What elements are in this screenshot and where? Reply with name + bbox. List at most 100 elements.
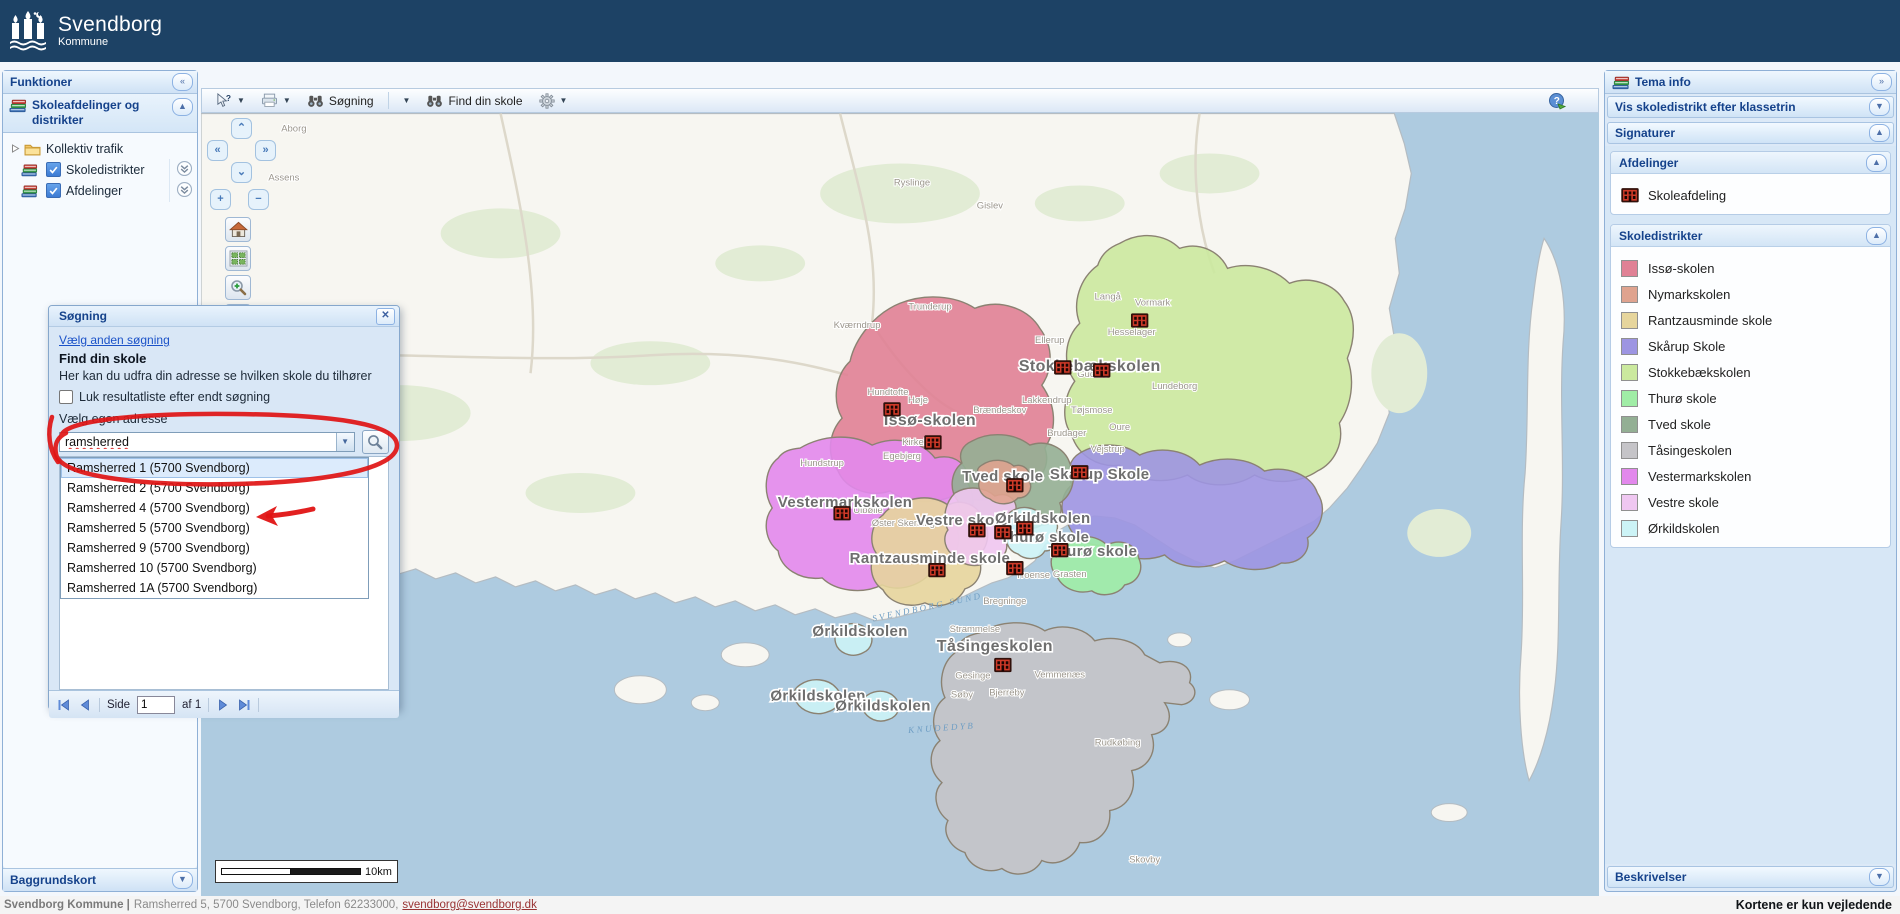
footer-email-link[interactable]: svendborg@svendborg.dk [402, 899, 536, 911]
page-number-input[interactable] [137, 696, 175, 714]
brand: Svendborg Kommune [58, 14, 162, 48]
school-building-icon[interactable] [969, 524, 985, 536]
address-option[interactable]: Ramsherred 5 (5700 Svendborg) [61, 518, 368, 538]
identify-tool-button[interactable]: ▼ [210, 91, 250, 110]
grade-filter-bar[interactable]: Vis skoledistrikt efter klassetrin ▼ [1607, 96, 1894, 118]
collapse-departments-button[interactable]: ▲ [1866, 154, 1887, 172]
expand-background-map-button[interactable]: ▼ [172, 871, 193, 889]
find-school-label: Find din skole [448, 94, 522, 108]
signatures-bar[interactable]: Signaturer ▲ [1607, 122, 1894, 144]
toolbar-separator [388, 92, 389, 109]
town-label: Brudager [1047, 428, 1086, 439]
school-building-icon[interactable] [1132, 314, 1148, 326]
collapse-signatures-button[interactable]: ▲ [1869, 124, 1890, 142]
collapse-layer-group-button[interactable]: ▲ [172, 98, 193, 116]
address-option[interactable]: Ramsherred 10 (5700 Svendborg) [61, 558, 368, 578]
pager-next-button[interactable] [216, 699, 230, 711]
legend-item: Thurø skole [1621, 385, 1882, 411]
school-building-icon[interactable] [929, 564, 945, 576]
close-results-checkbox-row[interactable]: Luk resultatliste efter endt søgning [59, 390, 389, 404]
address-option[interactable]: Ramsherred 1 (5700 Svendborg) [61, 458, 368, 478]
print-button[interactable]: ▼ [256, 91, 296, 110]
overview-map-button[interactable] [225, 246, 251, 271]
address-option[interactable]: Ramsherred 9 (5700 Svendborg) [61, 538, 368, 558]
print-dropdown-arrow-icon[interactable]: ▼ [283, 96, 291, 105]
legend-swatch [1621, 364, 1638, 381]
run-search-button[interactable] [362, 430, 389, 454]
full-extent-button[interactable] [225, 217, 251, 242]
address-combobox[interactable]: ▼ [59, 432, 355, 452]
tree-row-skoledistrikter[interactable]: Skoledistrikter [3, 159, 197, 180]
forest-patch [526, 473, 636, 513]
tree-row-kollektiv-trafik[interactable]: Kollektiv trafik [3, 138, 197, 159]
school-building-icon[interactable] [1055, 361, 1071, 373]
island [1210, 690, 1250, 710]
zoom-box-in-button[interactable] [225, 275, 251, 300]
school-building-icon[interactable] [995, 659, 1011, 671]
layer-checkbox[interactable] [46, 162, 61, 177]
descriptions-bar[interactable]: Beskrivelser ▼ [1607, 866, 1894, 888]
search-dialog-titlebar[interactable]: Søgning ✕ [49, 306, 399, 327]
zoom-in-button[interactable]: + [210, 189, 231, 210]
school-building-icon[interactable] [1017, 522, 1033, 534]
legend-swatch [1621, 494, 1638, 511]
collapse-right-panel-button[interactable]: » [1871, 73, 1892, 91]
layer-options-button[interactable] [169, 180, 197, 202]
layer-checkbox[interactable] [46, 183, 61, 198]
school-building-icon[interactable] [1007, 562, 1023, 574]
districts-legend-header[interactable]: Skoledistrikter ▲ [1611, 225, 1890, 247]
school-building-icon[interactable] [1007, 479, 1023, 491]
chevron-down-icon[interactable]: ▼ [336, 433, 354, 451]
legend-label: Stokkebækskolen [1648, 365, 1751, 380]
settings-button[interactable]: ▼ [534, 91, 573, 111]
school-building-icon[interactable] [1052, 544, 1068, 556]
zoom-out-button[interactable]: − [248, 189, 269, 210]
tree-label[interactable]: Kollektiv trafik [46, 142, 197, 156]
departments-legend-header[interactable]: Afdelinger ▲ [1611, 152, 1890, 174]
forest-patch [1035, 185, 1125, 221]
pager-prev-button[interactable] [78, 699, 92, 711]
address-option[interactable]: Ramsherred 4 (5700 Svendborg) [61, 498, 368, 518]
find-school-button[interactable]: Find din skole [421, 92, 527, 110]
school-building-icon[interactable] [995, 526, 1011, 538]
address-option[interactable]: Ramsherred 2 (5700 Svendborg) [61, 478, 368, 498]
pan-down-button[interactable]: ⌄ [231, 162, 252, 183]
search-dropdown-arrow-icon[interactable]: ▼ [398, 94, 416, 107]
expand-grade-filter-button[interactable]: ▼ [1869, 98, 1890, 116]
school-building-icon[interactable] [1072, 466, 1088, 478]
settings-dropdown-arrow-icon[interactable]: ▼ [560, 96, 568, 105]
pan-up-button[interactable]: ⌃ [231, 118, 252, 139]
choose-other-search-link[interactable]: Vælg anden søgning [59, 333, 170, 347]
school-building-icon[interactable] [925, 436, 941, 448]
school-building-icon[interactable] [834, 507, 850, 519]
layer-group-header[interactable]: Skoleafdelinger og distrikter ▲ [3, 94, 197, 133]
close-icon[interactable]: ✕ [376, 308, 395, 325]
expander-icon[interactable] [11, 144, 20, 153]
pan-left-button[interactable]: « [207, 140, 228, 161]
layer-options-button[interactable] [169, 159, 197, 181]
map-viewport[interactable]: AborgAssensRyslingeGislevTrunderupKværnd… [201, 113, 1599, 896]
close-results-checkbox[interactable] [59, 390, 73, 404]
brand-name: Svendborg [58, 14, 162, 35]
identify-dropdown-arrow-icon[interactable]: ▼ [237, 96, 245, 105]
map-canvas[interactable]: AborgAssensRyslingeGislevTrunderupKværnd… [201, 113, 1599, 896]
collapse-districts-button[interactable]: ▲ [1866, 227, 1887, 245]
address-input[interactable] [60, 433, 336, 451]
pan-right-button[interactable]: » [255, 140, 276, 161]
town-label: Ryslinge [894, 177, 930, 188]
pager-last-button[interactable] [237, 699, 251, 711]
functions-title: Funktioner [10, 75, 172, 89]
school-building-icon[interactable] [1094, 364, 1110, 376]
address-option[interactable]: Ramsherred 1A (5700 Svendborg) [61, 578, 368, 598]
help-link-icon[interactable] [1548, 92, 1566, 110]
tree-label[interactable]: Afdelinger [66, 184, 169, 198]
search-menu-button[interactable]: Søgning [302, 92, 379, 110]
pager-first-button[interactable] [57, 699, 71, 711]
tree-label[interactable]: Skoledistrikter [66, 163, 169, 177]
expand-descriptions-button[interactable]: ▼ [1869, 868, 1890, 886]
tree-row-afdelinger[interactable]: Afdelinger [3, 180, 197, 201]
collapse-left-panel-button[interactable]: « [172, 73, 193, 91]
school-building-icon[interactable] [884, 403, 900, 415]
district-label: Skårup Skole [1050, 466, 1150, 483]
background-map-bar[interactable]: Baggrundskort ▼ [3, 868, 197, 891]
